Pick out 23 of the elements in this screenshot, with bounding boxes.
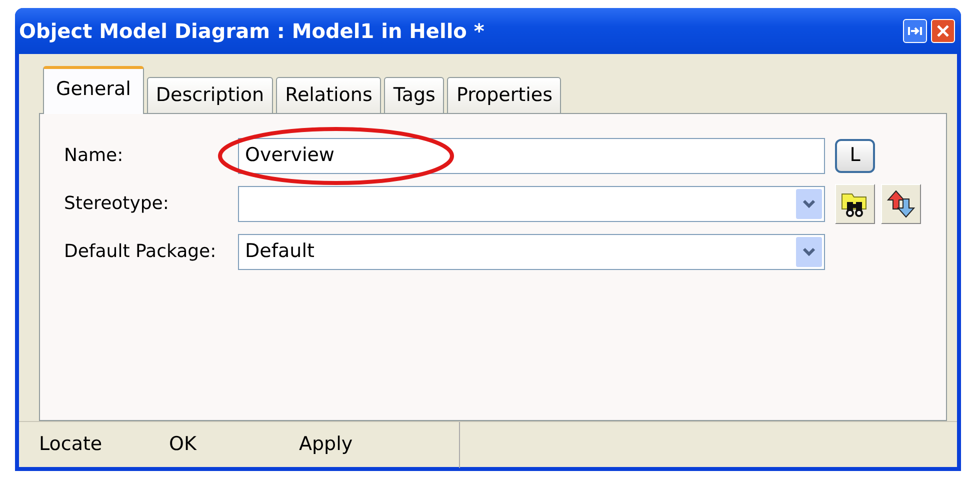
footer-button[interactable]: Apply — [299, 430, 409, 459]
tab[interactable]: Properties — [447, 77, 562, 112]
up-down-arrows-button[interactable] — [881, 184, 921, 224]
dropdown-field[interactable] — [238, 186, 825, 222]
l-button[interactable]: L — [835, 138, 875, 172]
close-icon — [936, 24, 950, 38]
field-label: Name: — [64, 144, 124, 168]
close-button[interactable] — [931, 19, 955, 43]
window-title: Object Model Diagram : Model1 in Hello * — [19, 18, 484, 45]
tab[interactable]: Description — [146, 77, 274, 112]
footer-button[interactable]: Locate — [39, 430, 149, 459]
tab[interactable]: Relations — [276, 77, 382, 112]
dropdown-field[interactable]: Default — [238, 234, 825, 270]
pin-icon — [907, 25, 923, 37]
tab[interactable]: General — [43, 66, 144, 114]
footer-button[interactable]: OK — [169, 430, 279, 459]
field-label: Stereotype: — [64, 192, 170, 216]
pin-button[interactable] — [903, 19, 927, 43]
up-down-arrows-icon — [886, 188, 916, 218]
field-label: Default Package: — [64, 240, 218, 264]
tab[interactable]: Tags — [384, 77, 444, 112]
binoculars-button[interactable] — [835, 184, 875, 224]
text-field[interactable]: Overview — [238, 138, 825, 174]
